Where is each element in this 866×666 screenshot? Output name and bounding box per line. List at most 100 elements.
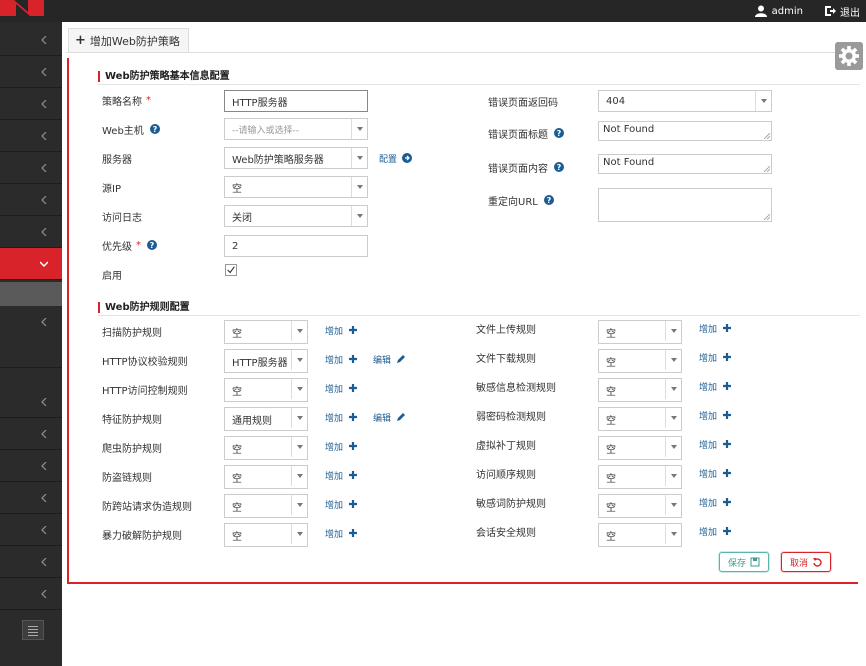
rules-left-2-add-link[interactable]: 增加 bbox=[325, 382, 358, 395]
basic-right-textarea-2[interactable]: Not Found bbox=[598, 154, 772, 174]
help-icon[interactable]: ? bbox=[543, 195, 554, 205]
sidebar-item-active[interactable] bbox=[0, 248, 62, 280]
dropdown-arrow-icon[interactable] bbox=[291, 495, 307, 515]
edit-text[interactable]: 编辑 bbox=[373, 411, 391, 424]
help-icon[interactable]: ? bbox=[147, 240, 157, 250]
configure-link[interactable]: 配置 bbox=[379, 152, 413, 165]
error-code-select[interactable]: 404 bbox=[598, 90, 772, 112]
rules-right-3-add-text[interactable]: 增加 bbox=[699, 409, 717, 422]
resize-grip-icon[interactable] bbox=[764, 166, 770, 172]
rules-left-7-add-link[interactable]: 增加 bbox=[325, 527, 358, 540]
resize-grip-icon[interactable] bbox=[764, 133, 770, 139]
rules-left-4-add-text[interactable]: 增加 bbox=[325, 440, 343, 453]
help-icon[interactable]: ? bbox=[149, 124, 160, 134]
basic-right-textarea-1[interactable]: Not Found bbox=[598, 121, 772, 141]
rules-left-3-edit-link[interactable]: 编辑 bbox=[373, 411, 406, 424]
sidebar-item-6[interactable] bbox=[0, 184, 62, 216]
plus-icon[interactable] bbox=[348, 528, 358, 538]
cancel-button[interactable]: 取消 bbox=[781, 552, 831, 572]
rules-right-3-add-link[interactable]: 增加 bbox=[699, 409, 732, 422]
configure-link-text[interactable]: 配置 bbox=[379, 152, 397, 165]
plus-icon[interactable] bbox=[348, 499, 358, 509]
resize-grip-icon[interactable] bbox=[764, 214, 770, 220]
plus-icon[interactable] bbox=[348, 441, 358, 451]
rules-left-4-add-link[interactable]: 增加 bbox=[325, 440, 358, 453]
rules-left-1-edit-link[interactable]: 编辑 bbox=[373, 353, 406, 366]
rules-right-2-add-link[interactable]: 增加 bbox=[699, 380, 732, 393]
plus-icon[interactable] bbox=[722, 410, 732, 420]
logout-link[interactable]: 退出 bbox=[840, 4, 860, 19]
sidebar-item-11[interactable] bbox=[0, 418, 62, 450]
username[interactable]: admin bbox=[772, 6, 803, 17]
rules-left-2-add-text[interactable]: 增加 bbox=[325, 382, 343, 395]
dropdown-arrow-icon[interactable] bbox=[665, 466, 681, 486]
rules-left-select-3[interactable]: 通用规则 bbox=[224, 407, 308, 431]
sidebar-item-7[interactable] bbox=[0, 216, 62, 248]
dropdown-arrow-icon[interactable] bbox=[755, 91, 771, 111]
rules-left-5-add-link[interactable]: 增加 bbox=[325, 469, 358, 482]
rules-right-select-6[interactable]: 空 bbox=[598, 494, 682, 518]
tab-add-web-policy[interactable]: + 增加Web防护策略 bbox=[68, 28, 189, 52]
rules-left-select-7[interactable]: 空 bbox=[224, 523, 308, 547]
rules-right-select-0[interactable]: 空 bbox=[598, 320, 682, 344]
dropdown-arrow-icon[interactable] bbox=[665, 437, 681, 457]
dropdown-arrow-icon[interactable] bbox=[291, 437, 307, 457]
rules-left-1-add-link[interactable]: 增加 bbox=[325, 353, 358, 366]
sidebar-subitem-selected[interactable] bbox=[0, 282, 62, 306]
rules-left-0-add-link[interactable]: 增加 bbox=[325, 324, 358, 337]
dropdown-arrow-icon[interactable] bbox=[291, 379, 307, 399]
rules-left-select-5[interactable]: 空 bbox=[224, 465, 308, 489]
sidebar-item-16[interactable] bbox=[0, 578, 62, 610]
rules-right-7-add-text[interactable]: 增加 bbox=[699, 525, 717, 538]
plus-icon[interactable] bbox=[722, 526, 732, 536]
dropdown-arrow-icon[interactable] bbox=[291, 321, 307, 341]
rules-right-select-5[interactable]: 空 bbox=[598, 465, 682, 489]
logout-icon[interactable] bbox=[823, 4, 837, 18]
dropdown-arrow-icon[interactable] bbox=[291, 466, 307, 486]
sidebar-item-3[interactable] bbox=[0, 88, 62, 120]
sidebar-item-10[interactable] bbox=[0, 386, 62, 418]
rules-right-7-add-link[interactable]: 增加 bbox=[699, 525, 732, 538]
rules-right-select-1[interactable]: 空 bbox=[598, 349, 682, 373]
rules-left-select-6[interactable]: 空 bbox=[224, 494, 308, 518]
basic-left-field-2[interactable]: Web防护策略服务器 bbox=[224, 147, 368, 169]
dropdown-arrow-icon[interactable] bbox=[291, 350, 307, 370]
help-icon[interactable]: ? bbox=[554, 162, 564, 172]
rules-left-6-add-link[interactable]: 增加 bbox=[325, 498, 358, 511]
dropdown-arrow-icon[interactable] bbox=[665, 350, 681, 370]
rules-right-5-add-text[interactable]: 增加 bbox=[699, 467, 717, 480]
plus-icon[interactable] bbox=[722, 381, 732, 391]
plus-icon[interactable] bbox=[348, 354, 358, 364]
rules-left-select-0[interactable]: 空 bbox=[224, 320, 308, 344]
enable-checkbox[interactable] bbox=[225, 264, 237, 276]
dropdown-arrow-icon[interactable] bbox=[665, 524, 681, 544]
rules-right-6-add-text[interactable]: 增加 bbox=[699, 496, 717, 509]
dropdown-arrow-icon[interactable] bbox=[351, 206, 367, 226]
rules-right-select-3[interactable]: 空 bbox=[598, 407, 682, 431]
rules-right-4-add-text[interactable]: 增加 bbox=[699, 438, 717, 451]
sidebar-item-13[interactable] bbox=[0, 482, 62, 514]
dropdown-arrow-icon[interactable] bbox=[291, 408, 307, 428]
dropdown-arrow-icon[interactable] bbox=[291, 524, 307, 544]
arrow-right-circle-icon[interactable] bbox=[402, 153, 413, 163]
rules-left-3-add-text[interactable]: 增加 bbox=[325, 411, 343, 424]
rules-right-1-add-link[interactable]: 增加 bbox=[699, 351, 732, 364]
sidebar-item-12[interactable] bbox=[0, 450, 62, 482]
rules-left-3-add-link[interactable]: 增加 bbox=[325, 411, 358, 424]
rules-right-select-7[interactable]: 空 bbox=[598, 523, 682, 547]
rules-right-5-add-link[interactable]: 增加 bbox=[699, 467, 732, 480]
plus-icon[interactable] bbox=[722, 497, 732, 507]
dropdown-arrow-icon[interactable] bbox=[665, 379, 681, 399]
basic-left-field-1[interactable]: --请输入或选择-- bbox=[224, 118, 368, 140]
sidebar-item-14[interactable] bbox=[0, 514, 62, 546]
rules-right-1-add-text[interactable]: 增加 bbox=[699, 351, 717, 364]
plus-icon[interactable] bbox=[348, 412, 358, 422]
menu-toggle-icon[interactable] bbox=[22, 620, 44, 640]
help-icon[interactable]: ? bbox=[554, 128, 564, 138]
rules-right-2-add-text[interactable]: 增加 bbox=[699, 380, 717, 393]
basic-left-field-0[interactable]: HTTP服务器 bbox=[224, 90, 368, 112]
rules-right-0-add-text[interactable]: 增加 bbox=[699, 322, 717, 335]
rules-right-4-add-link[interactable]: 增加 bbox=[699, 438, 732, 451]
rules-left-0-add-text[interactable]: 增加 bbox=[325, 324, 343, 337]
dropdown-arrow-icon[interactable] bbox=[351, 177, 367, 197]
